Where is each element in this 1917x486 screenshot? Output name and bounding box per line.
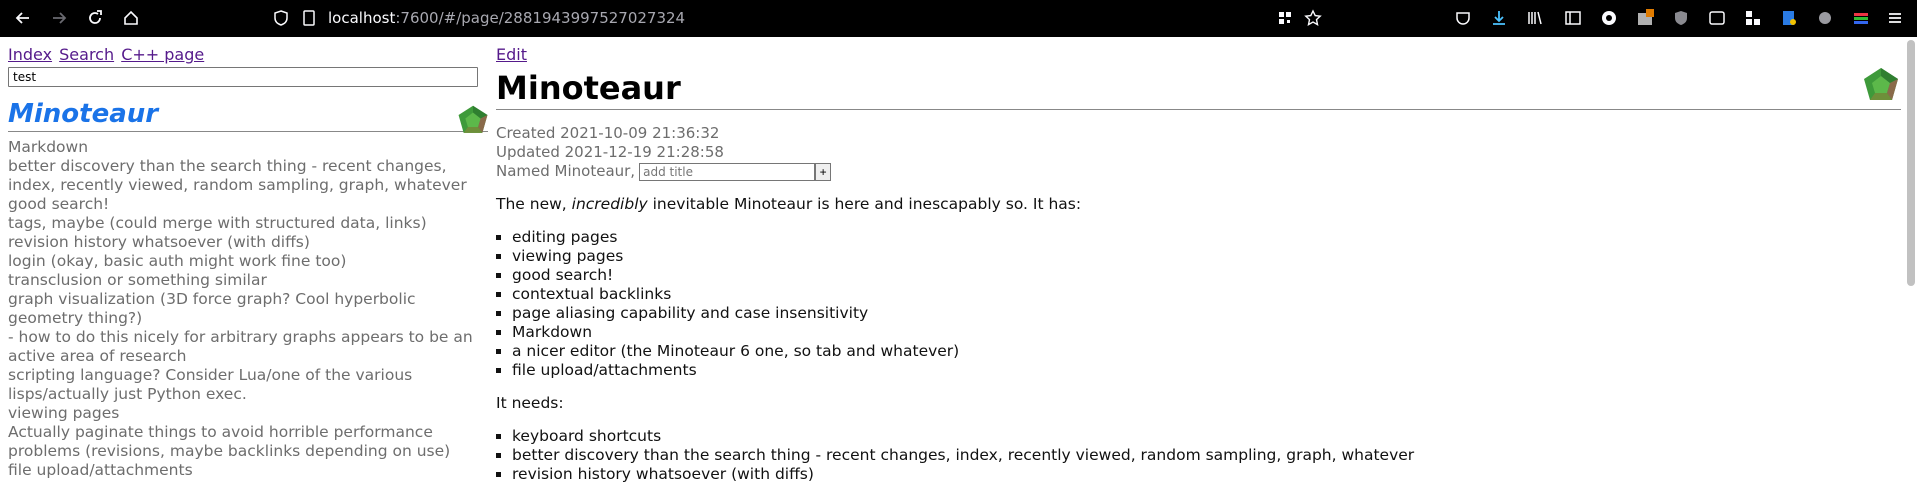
named-label: Named Minoteaur, [496,162,636,180]
list-item: viewing pages [512,247,1901,266]
extension-icon[interactable] [1600,9,1618,27]
features-list: editing pages viewing pages good search!… [496,228,1901,380]
search-input[interactable] [8,67,478,87]
download-icon[interactable] [1490,9,1508,27]
list-item: editing pages [512,228,1901,247]
page-title: Minoteaur [496,67,1901,110]
page-body: The new, incredibly inevitable Minoteaur… [496,195,1901,484]
intro-text: inevitable Minoteaur is here and inescap… [647,195,1082,213]
main-content: Edit Minoteaur Created 2021-10-09 21:36:… [496,44,1901,484]
list-item: keyboard shortcuts [512,427,1901,446]
list-item: page aliasing capability and case insens… [512,304,1901,323]
search-result-snippet: - how to do this nicely for arbitrary gr… [8,328,473,365]
page-metadata: Created 2021-10-09 21:36:32 Updated 2021… [496,124,1901,181]
shield-icon[interactable] [272,9,290,27]
updated-timestamp: Updated 2021-12-19 21:28:58 [496,143,724,161]
intro-text: The new, [496,195,572,213]
search-result-title[interactable]: Minoteaur [8,97,488,132]
search-result-snippet: Actually paginate things to avoid horrib… [8,423,451,460]
search-result-snippet: file upload/attachments [8,461,193,479]
search-result-snippet: Markdown [8,138,89,156]
extension-icon[interactable] [1708,9,1726,27]
sidebar: Index Search C++ page Minoteaur Markdown… [8,44,488,480]
home-icon[interactable] [122,9,140,27]
reload-icon[interactable] [86,9,104,27]
browser-toolbar: localhost:7600/#/page/288194399752702732… [0,0,1917,37]
page-scrollbar[interactable] [1907,40,1915,286]
reader-icon[interactable] [1564,9,1582,27]
url-bar[interactable]: localhost:7600/#/page/288194399752702732… [328,8,685,28]
dodecahedron-logo [458,105,488,133]
needs-paragraph: It needs: [496,394,564,412]
library-icon[interactable] [1526,9,1544,27]
intro-paragraph: The new, incredibly inevitable Minoteaur… [496,195,1901,214]
menu-icon[interactable] [1886,9,1904,27]
add-title-input[interactable] [639,162,816,181]
extension-icon[interactable] [1852,9,1870,27]
list-item: a nicer editor (the Minoteaur 6 one, so … [512,342,1901,361]
index-link[interactable]: Index [8,45,52,64]
search-result-snippet: viewing pages [8,404,120,422]
page-names: Named Minoteaur, + [496,162,1901,181]
extension-icon[interactable] [1816,9,1834,27]
intro-emphasis: incredibly [571,195,648,213]
extension-icon[interactable] [1636,9,1654,27]
search-result-snippet: tags, maybe (could merge with structured… [8,214,427,232]
url-host: localhost [328,9,396,27]
edit-link[interactable]: Edit [496,45,527,64]
back-icon[interactable] [14,9,32,27]
search-result-snippet: login (okay, basic auth might work fine … [8,252,347,270]
list-item: better discovery than the search thing -… [512,446,1901,465]
search-result-snippet: graph visualization (3D force graph? Coo… [8,290,416,327]
needs-list: keyboard shortcuts better discovery than… [496,427,1901,484]
forward-icon[interactable] [50,9,68,27]
extension-icon[interactable] [1744,9,1762,27]
list-item: revision history whatsoever (with diffs) [512,465,1901,484]
list-item: Markdown [512,323,1901,342]
add-title-button[interactable]: + [815,162,832,181]
extension-icon[interactable] [1780,9,1798,27]
pocket-icon[interactable] [1454,9,1472,27]
search-results: Markdown better discovery than the searc… [8,138,488,480]
list-item: file upload/attachments [512,361,1901,380]
page-icon [300,9,318,27]
url-path: :7600/#/page/2881943997527027324 [395,9,686,27]
qr-icon[interactable] [1276,9,1294,27]
search-result-snippet: better discovery than the search thing -… [8,157,467,194]
extension-icon[interactable] [1672,9,1690,27]
search-result-snippet: revision history whatsoever (with diffs) [8,233,310,251]
created-timestamp: Created 2021-10-09 21:36:32 [496,124,720,142]
search-link[interactable]: Search [59,45,114,64]
list-item: good search! [512,266,1901,285]
sidebar-nav: Index Search C++ page [8,44,488,65]
search-result-snippet: scripting language? Consider Lua/one of … [8,366,413,403]
search-result-snippet: good search! [8,195,110,213]
cpp-page-link[interactable]: C++ page [121,45,204,64]
list-item: contextual backlinks [512,285,1901,304]
star-icon[interactable] [1304,9,1322,27]
dodecahedron-logo [1864,68,1898,100]
search-result-snippet: transclusion or something similar [8,271,267,289]
